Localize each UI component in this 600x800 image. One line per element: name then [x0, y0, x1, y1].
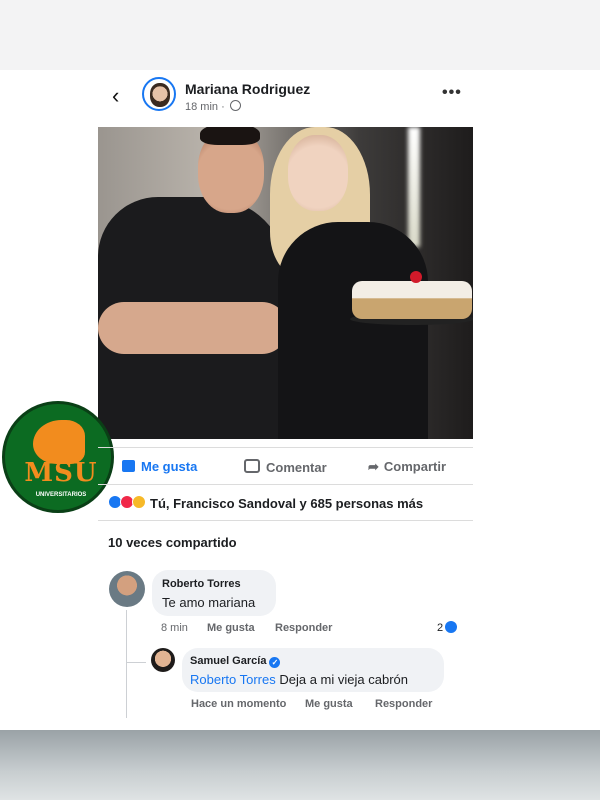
comment-label: Comentar — [266, 460, 327, 475]
thread-line — [126, 662, 146, 663]
photo-cherry — [410, 271, 422, 283]
haha-reaction-icon — [132, 495, 146, 509]
divider — [98, 484, 473, 485]
reply-text: Roberto Torres Deja a mi vieja cabrón — [190, 672, 408, 687]
logo-letters: MSU — [24, 458, 98, 488]
comment-icon — [244, 459, 260, 473]
divider — [98, 520, 473, 521]
reply-avatar[interactable] — [151, 648, 175, 672]
comment-reply-button[interactable]: Responder — [275, 622, 332, 634]
reply-text-body: Deja a mi vieja cabrón — [275, 672, 408, 687]
post-photo[interactable] — [98, 127, 473, 439]
reply-reply-button[interactable]: Responder — [375, 698, 432, 710]
back-arrow-icon[interactable]: ‹ — [112, 85, 132, 107]
thumbs-up-icon — [122, 460, 135, 472]
logo-subtitle: UNIVERSITARIOS — [35, 492, 87, 498]
share-icon: ➦ — [368, 459, 379, 474]
like-label: Me gusta — [141, 459, 198, 474]
comment-like-button[interactable]: Me gusta — [207, 622, 255, 634]
more-icon[interactable]: ••• — [442, 84, 462, 102]
photo-cake — [352, 281, 472, 319]
light-strip — [408, 127, 420, 247]
comment-like-count-text: 2 — [437, 622, 444, 634]
divider — [98, 447, 473, 448]
verified-icon: ✓ — [269, 657, 281, 668]
photo-person-woman — [278, 222, 428, 439]
author-name[interactable]: Mariana Rodriguez — [185, 81, 310, 97]
shares-count[interactable]: 10 veces compartido — [108, 535, 237, 550]
mention-link[interactable]: Roberto Torres — [190, 672, 276, 687]
post-time: 18 min · — [185, 100, 241, 113]
photo-man-arm — [98, 302, 288, 354]
globe-icon — [229, 100, 241, 111]
top-band — [0, 0, 600, 70]
commenter-name[interactable]: Roberto Torres — [162, 578, 241, 590]
comment-time: 8 min — [161, 622, 188, 634]
share-button[interactable]: ➦ Compartir — [368, 459, 446, 475]
reply-author[interactable]: Samuel García ✓ — [190, 655, 281, 668]
post-time-text: 18 min · — [185, 101, 225, 113]
msu-logo: MSU UNIVERSITARIOS — [2, 401, 114, 513]
photo-woman-head — [288, 135, 348, 211]
comment-like-count[interactable]: 2 — [437, 621, 458, 634]
share-label: Compartir — [383, 459, 447, 474]
author-avatar[interactable] — [142, 77, 176, 111]
reactions-text: Tú, Francisco Sandoval y 685 personas má… — [150, 496, 424, 511]
commenter-avatar[interactable] — [109, 571, 145, 607]
reply-like-button[interactable]: Me gusta — [305, 698, 353, 710]
comment-text: Te amo mariana — [162, 595, 256, 610]
reply-author-name: Samuel García — [190, 655, 267, 667]
like-button[interactable]: Me gusta — [122, 459, 197, 474]
comment-button[interactable]: Comentar — [244, 459, 327, 475]
bottom-band — [0, 730, 600, 800]
thread-line — [126, 610, 127, 718]
reply-time: Hace un momento — [191, 698, 287, 710]
photo-man-hair — [200, 127, 260, 145]
thumbs-up-icon — [445, 621, 458, 633]
reactions-summary[interactable]: Tú, Francisco Sandoval y 685 personas má… — [108, 495, 423, 511]
